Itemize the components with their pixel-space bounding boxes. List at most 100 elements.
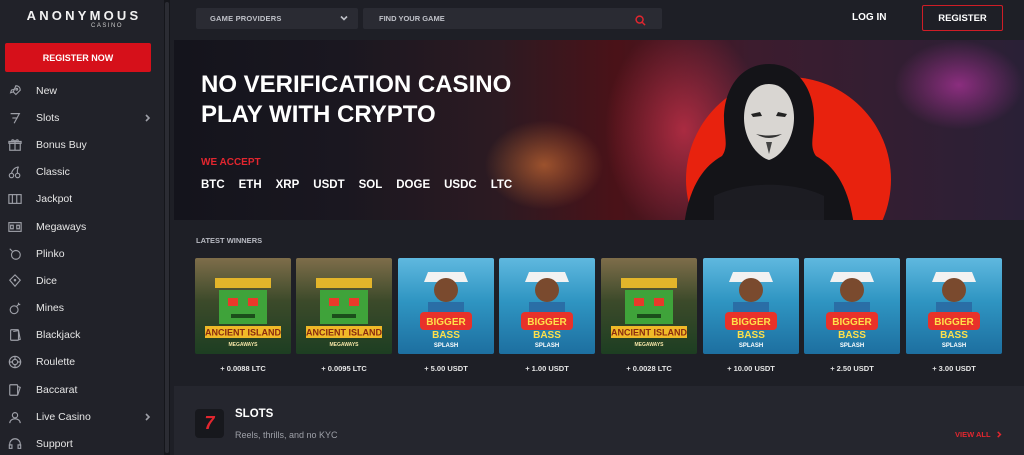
sidebar-item-label: Classic (36, 166, 70, 179)
winner-card[interactable]: BIGGER BASS SPLASH + 10.00 USDT (703, 258, 799, 373)
svg-text:BASS: BASS (737, 330, 765, 341)
winner-amount: + 10.00 USDT (727, 364, 775, 373)
winner-card[interactable]: BIGGER BASS SPLASH + 1.00 USDT (499, 258, 595, 373)
sidebar-item-bonus-buy[interactable]: Bonus Buy (0, 131, 164, 158)
chevron-down-icon (340, 14, 348, 24)
winner-card[interactable]: ANCIENT ISLAND MEGAWAYS + 0.0088 LTC (195, 258, 291, 373)
crypto-label: XRP (275, 179, 300, 191)
winner-card[interactable]: BIGGER BASS SPLASH + 5.00 USDT (398, 258, 494, 373)
search-input[interactable] (363, 8, 613, 29)
dice-icon (8, 273, 22, 288)
sidebar-item-slots[interactable]: Slots (0, 104, 164, 131)
game-thumbnail-bigger-bass-splash[interactable]: BIGGER BASS SPLASH (804, 258, 900, 354)
game-providers-dropdown[interactable]: GAME PROVIDERS (196, 8, 358, 29)
live-icon (8, 410, 22, 424)
sidebar-item-support[interactable]: Support (0, 430, 164, 455)
search-icon[interactable] (635, 13, 646, 31)
game-thumbnail-bigger-bass-splash[interactable]: BIGGER BASS SPLASH (906, 258, 1002, 354)
sidebar-item-label: Roulette (36, 356, 76, 369)
sidebar-item-jackpot[interactable]: Jackpot (0, 186, 164, 213)
sidebar-item-classic[interactable]: Classic (0, 159, 164, 186)
cherries-icon (8, 165, 22, 179)
svg-text:ANCIENT ISLAND: ANCIENT ISLAND (306, 328, 382, 338)
svg-text:BIGGER: BIGGER (832, 317, 872, 328)
svg-text:ANCIENT ISLAND: ANCIENT ISLAND (611, 328, 687, 338)
gift-icon (8, 138, 22, 152)
view-all-label: VIEW ALL (955, 430, 991, 439)
crypto-label: SOL (358, 179, 383, 191)
svg-text:MEGAWAYS: MEGAWAYS (330, 342, 360, 348)
svg-text:BIGGER: BIGGER (527, 317, 567, 328)
cards-icon (8, 328, 22, 342)
sidebar-nav: New Slots Bonus Buy Classic Jackpot Mega… (0, 77, 164, 455)
chevron-right-icon[interactable] (144, 408, 152, 426)
game-thumbnail-ancient-island[interactable]: ANCIENT ISLAND MEGAWAYS (601, 258, 697, 354)
sidebar-item-roulette[interactable]: Roulette (0, 349, 164, 376)
we-accept-label: WE ACCEPT (201, 157, 261, 168)
sidebar-item-label: New (36, 84, 58, 97)
game-providers-label: GAME PROVIDERS (210, 14, 282, 23)
svg-text:BASS: BASS (838, 330, 866, 341)
winner-amount: + 5.00 USDT (424, 364, 468, 373)
brand-logo[interactable]: ANONYMOUS CASINO (0, 8, 164, 29)
game-thumbnail-ancient-island[interactable]: ANCIENT ISLAND MEGAWAYS (296, 258, 392, 354)
svg-text:MEGAWAYS: MEGAWAYS (229, 342, 259, 348)
brand-sub: CASINO (90, 23, 123, 29)
sidebar-item-plinko[interactable]: Plinko (0, 240, 164, 267)
game-thumbnail-ancient-island[interactable]: ANCIENT ISLAND MEGAWAYS (195, 258, 291, 354)
sidebar-item-dice[interactable]: Dice (0, 267, 164, 294)
svg-text:ANCIENT ISLAND: ANCIENT ISLAND (205, 328, 281, 338)
search-bar (363, 8, 662, 29)
game-thumbnail-bigger-bass-splash[interactable]: BIGGER BASS SPLASH (499, 258, 595, 354)
sidebar-scrollbar-thumb[interactable] (165, 2, 169, 453)
register-button[interactable]: REGISTER (922, 5, 1003, 31)
crypto-list: BTC ETH XRP USDT SOL DOGE USDC LTC (201, 179, 526, 191)
svg-text:BIGGER: BIGGER (934, 317, 974, 328)
sidebar-item-label: Dice (36, 274, 58, 287)
section-subtitle: Reels, thrills, and no KYC (235, 430, 338, 440)
seven-icon: 7 (195, 409, 224, 438)
roulette-icon (8, 355, 22, 369)
winner-card[interactable]: ANCIENT ISLAND MEGAWAYS + 0.0095 LTC (296, 258, 392, 373)
brand-name: ANONYMOUS (26, 8, 142, 23)
crypto-label: USDC (444, 179, 477, 191)
svg-text:BASS: BASS (940, 330, 968, 341)
winner-card[interactable]: BIGGER BASS SPLASH + 2.50 USDT (804, 258, 900, 373)
crypto-label: LTC (490, 179, 513, 191)
baccarat-icon (8, 383, 22, 397)
sidebar-item-blackjack[interactable]: Blackjack (0, 322, 164, 349)
register-now-button[interactable]: REGISTER NOW (5, 43, 151, 72)
sidebar-item-megaways[interactable]: Megaways (0, 213, 164, 240)
hero-title-line1: NO VERIFICATION CASINO (201, 71, 512, 98)
bomb-icon (8, 301, 22, 315)
sidebar-item-new[interactable]: New (0, 77, 164, 104)
sidebar-item-label: Megaways (36, 220, 87, 233)
sidebar: ANONYMOUS CASINO REGISTER NOW New Slots … (0, 0, 164, 455)
winner-card[interactable]: BIGGER BASS SPLASH + 3.00 USDT (906, 258, 1002, 373)
login-button[interactable]: LOG IN (852, 12, 886, 23)
chevron-right-icon[interactable] (144, 109, 152, 127)
latest-winners-title: LATEST WINNERS (196, 236, 263, 245)
sidebar-item-baccarat[interactable]: Baccarat (0, 376, 164, 403)
view-all-link[interactable]: VIEW ALL (955, 430, 1003, 439)
crypto-label: ETH (238, 179, 262, 191)
sidebar-item-label: Slots (36, 111, 60, 124)
sidebar-item-live-casino[interactable]: Live Casino (0, 403, 164, 430)
svg-text:SPLASH: SPLASH (942, 343, 966, 349)
game-thumbnail-bigger-bass-splash[interactable]: BIGGER BASS SPLASH (703, 258, 799, 354)
megaways-icon (8, 220, 22, 234)
chevron-right-icon (996, 431, 1002, 438)
top-bar: GAME PROVIDERS LOG IN REGISTER (170, 0, 1024, 38)
sidebar-item-mines[interactable]: Mines (0, 295, 164, 322)
crypto-label: DOGE (396, 179, 431, 191)
neon-glow (894, 40, 1024, 130)
game-thumbnail-bigger-bass-splash[interactable]: BIGGER BASS SPLASH (398, 258, 494, 354)
seven-icon (8, 111, 22, 125)
headset-icon (8, 437, 22, 451)
sidebar-item-label: Jackpot (36, 193, 73, 206)
winner-amount: + 3.00 USDT (932, 364, 976, 373)
winner-card[interactable]: ANCIENT ISLAND MEGAWAYS + 0.0028 LTC (601, 258, 697, 373)
jackpot-icon (8, 192, 22, 206)
sidebar-item-label: Baccarat (36, 383, 78, 396)
hero-banner[interactable]: NO VERIFICATION CASINO PLAY WITH CRYPTO … (174, 40, 1024, 220)
